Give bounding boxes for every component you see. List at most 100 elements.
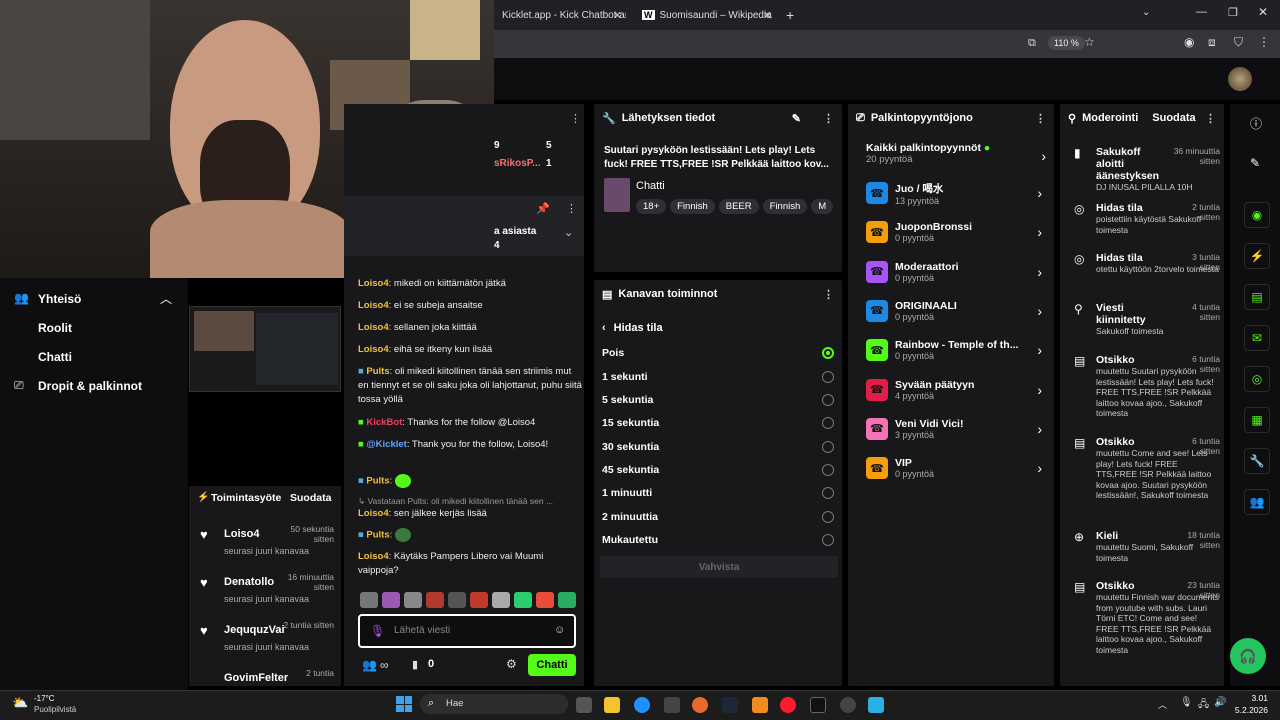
file-explorer-icon[interactable] [604, 697, 620, 713]
kebab-icon[interactable]: ⋮ [1035, 112, 1046, 125]
chevron-up-icon[interactable]: ︿ [1158, 698, 1167, 711]
clock-date[interactable]: 5.2.2026 [1230, 705, 1268, 715]
confirm-button[interactable]: Vahvista [600, 556, 838, 578]
stream-preview[interactable] [189, 306, 341, 392]
slow-mode-option[interactable]: 1 minuutti [602, 484, 834, 502]
radio[interactable] [822, 511, 834, 523]
emote[interactable] [492, 592, 510, 608]
chevron-down-icon[interactable]: ⌄ [1142, 7, 1150, 18]
browser-tab-wikipedia[interactable]: W Suomisaundi – Wikipedia ✕ [636, 4, 776, 26]
infinity-icon[interactable]: ∞ [380, 658, 389, 672]
back-button[interactable]: ‹ Hidas tila [602, 322, 663, 334]
tag[interactable]: M [811, 199, 834, 214]
reward-item[interactable]: ☎ Moderaattori 0 pyyntöä › [866, 255, 1042, 289]
kebab-icon[interactable]: ⋮ [570, 112, 581, 125]
reward-item[interactable]: ☎ VIP 0 pyyntöä › [866, 451, 1042, 485]
slow-mode-option[interactable]: Mukautettu [602, 531, 834, 549]
emote[interactable] [382, 592, 400, 608]
nav-chat[interactable]: Chatti [38, 350, 72, 364]
taskbar-search[interactable]: ⌕ Hae [420, 694, 568, 714]
chat-user[interactable]: @Kicklet [366, 439, 406, 450]
browser-tab-kicklet[interactable]: Kicklet.app - Kick Chatbot and C ✕ [496, 4, 626, 26]
chat-input-box[interactable]: 🎙 Lähetä viesti ☺ [358, 614, 576, 648]
edge-icon[interactable] [634, 697, 650, 713]
chat-user[interactable]: KickBot [366, 417, 402, 428]
chevron-down-icon[interactable]: ⌄ [564, 226, 573, 239]
radio[interactable] [822, 394, 834, 406]
edit-icon[interactable]: ✎ [792, 112, 801, 125]
obs-icon[interactable] [840, 697, 856, 713]
all-rewards-row[interactable]: Kaikki palkintopyynnöt ● 20 pyyntöä › [866, 142, 1046, 172]
radio[interactable] [822, 441, 834, 453]
app-icon[interactable] [868, 697, 884, 713]
profile-icon[interactable]: ◉ [1184, 35, 1194, 49]
star-icon[interactable]: ☆ [1084, 35, 1095, 49]
firefox-icon[interactable] [692, 697, 708, 713]
radio[interactable] [822, 417, 834, 429]
shield-icon[interactable]: ⛉ [1234, 35, 1243, 50]
feed-user[interactable]: Denatollo [224, 576, 274, 588]
category-name[interactable]: Chatti [636, 180, 665, 192]
vlc-icon[interactable] [752, 697, 768, 713]
chat-user[interactable]: Pults [366, 476, 389, 487]
close-window-icon[interactable]: ✕ [1258, 5, 1268, 19]
emote[interactable] [514, 592, 532, 608]
gear-icon[interactable]: ⚙ [506, 657, 517, 671]
store-icon[interactable] [664, 697, 680, 713]
task-view-icon[interactable] [576, 697, 592, 713]
chat-input-placeholder[interactable]: Lähetä viesti [394, 625, 450, 636]
chat-user[interactable]: Loiso4 [358, 344, 389, 355]
clock-time[interactable]: 3.01 [1236, 693, 1268, 703]
slow-mode-option[interactable]: Pois [602, 344, 834, 362]
slow-mode-option[interactable]: 1 sekunti [602, 368, 834, 386]
feed-user[interactable]: Loiso4 [224, 528, 259, 540]
mic-icon[interactable]: 🎙 [1180, 697, 1193, 708]
extensions-icon[interactable]: ⧈ [1208, 35, 1216, 50]
terminal-icon[interactable] [810, 697, 826, 713]
nav-community[interactable]: Yhteisö [38, 292, 81, 306]
tag[interactable]: BEER [718, 199, 759, 214]
wrench-icon[interactable]: 🔧 [1244, 448, 1270, 474]
wallet-icon[interactable]: ▮ [412, 658, 418, 671]
slow-mode-option[interactable]: 5 sekuntia [602, 391, 834, 409]
pencil-icon[interactable]: ✎ [1250, 156, 1260, 170]
emote[interactable] [360, 592, 378, 608]
close-icon[interactable]: ✕ [613, 9, 622, 22]
slow-mode-option[interactable]: 15 sekuntia [602, 414, 834, 432]
tag[interactable]: 18+ [636, 199, 667, 214]
chat-user[interactable]: Loiso4 [358, 322, 389, 333]
chat-bubble-icon[interactable]: ✉ [1244, 325, 1270, 351]
mic-icon[interactable]: 🎙 [370, 624, 385, 638]
reward-item[interactable]: ☎ Veni Vidi Vici! 3 pyyntöä › [866, 412, 1042, 446]
tag[interactable]: Finnish [670, 199, 715, 214]
users-icon[interactable]: 👥 [1244, 489, 1270, 515]
start-icon[interactable] [396, 696, 412, 712]
volume-icon[interactable]: 🔊 [1214, 697, 1226, 708]
radio[interactable] [822, 371, 834, 383]
opera-icon[interactable] [780, 697, 796, 713]
support-chat-icon[interactable]: 🎧 [1230, 638, 1266, 674]
restore-icon[interactable]: ❐ [1228, 6, 1238, 19]
zoom-badge[interactable]: 110 % [1048, 36, 1085, 50]
category-thumbnail[interactable] [604, 178, 630, 212]
broadcast-icon[interactable]: ◎ [1244, 366, 1270, 392]
chat-user[interactable]: Pults [366, 530, 389, 541]
radio-selected[interactable] [822, 347, 834, 359]
reward-item[interactable]: ☎ ORIGINAALI 0 pyyntöä › [866, 294, 1042, 328]
emote[interactable] [426, 592, 444, 608]
emote[interactable] [404, 592, 422, 608]
pin-icon[interactable]: 📌 [536, 202, 550, 215]
reward-item[interactable]: ☎ Rainbow - Temple of th... 0 pyyntöä › [866, 333, 1042, 367]
bolt-icon[interactable]: ⚡ [1244, 243, 1270, 269]
avatar[interactable] [1228, 67, 1252, 91]
activity-filter[interactable]: Suodata [290, 492, 331, 504]
kebab-icon[interactable]: ⋮ [1205, 112, 1216, 125]
camera-icon[interactable]: ◉ [1244, 202, 1270, 228]
nav-drops[interactable]: Dropit & palkinnot [38, 379, 142, 393]
tag[interactable]: Finnish [762, 199, 808, 214]
steam-icon[interactable] [722, 697, 738, 713]
radio[interactable] [822, 487, 834, 499]
emote[interactable] [470, 592, 488, 608]
layout-icon[interactable]: ▦ [1244, 407, 1270, 433]
kebab-icon[interactable]: ⋮ [823, 288, 834, 301]
